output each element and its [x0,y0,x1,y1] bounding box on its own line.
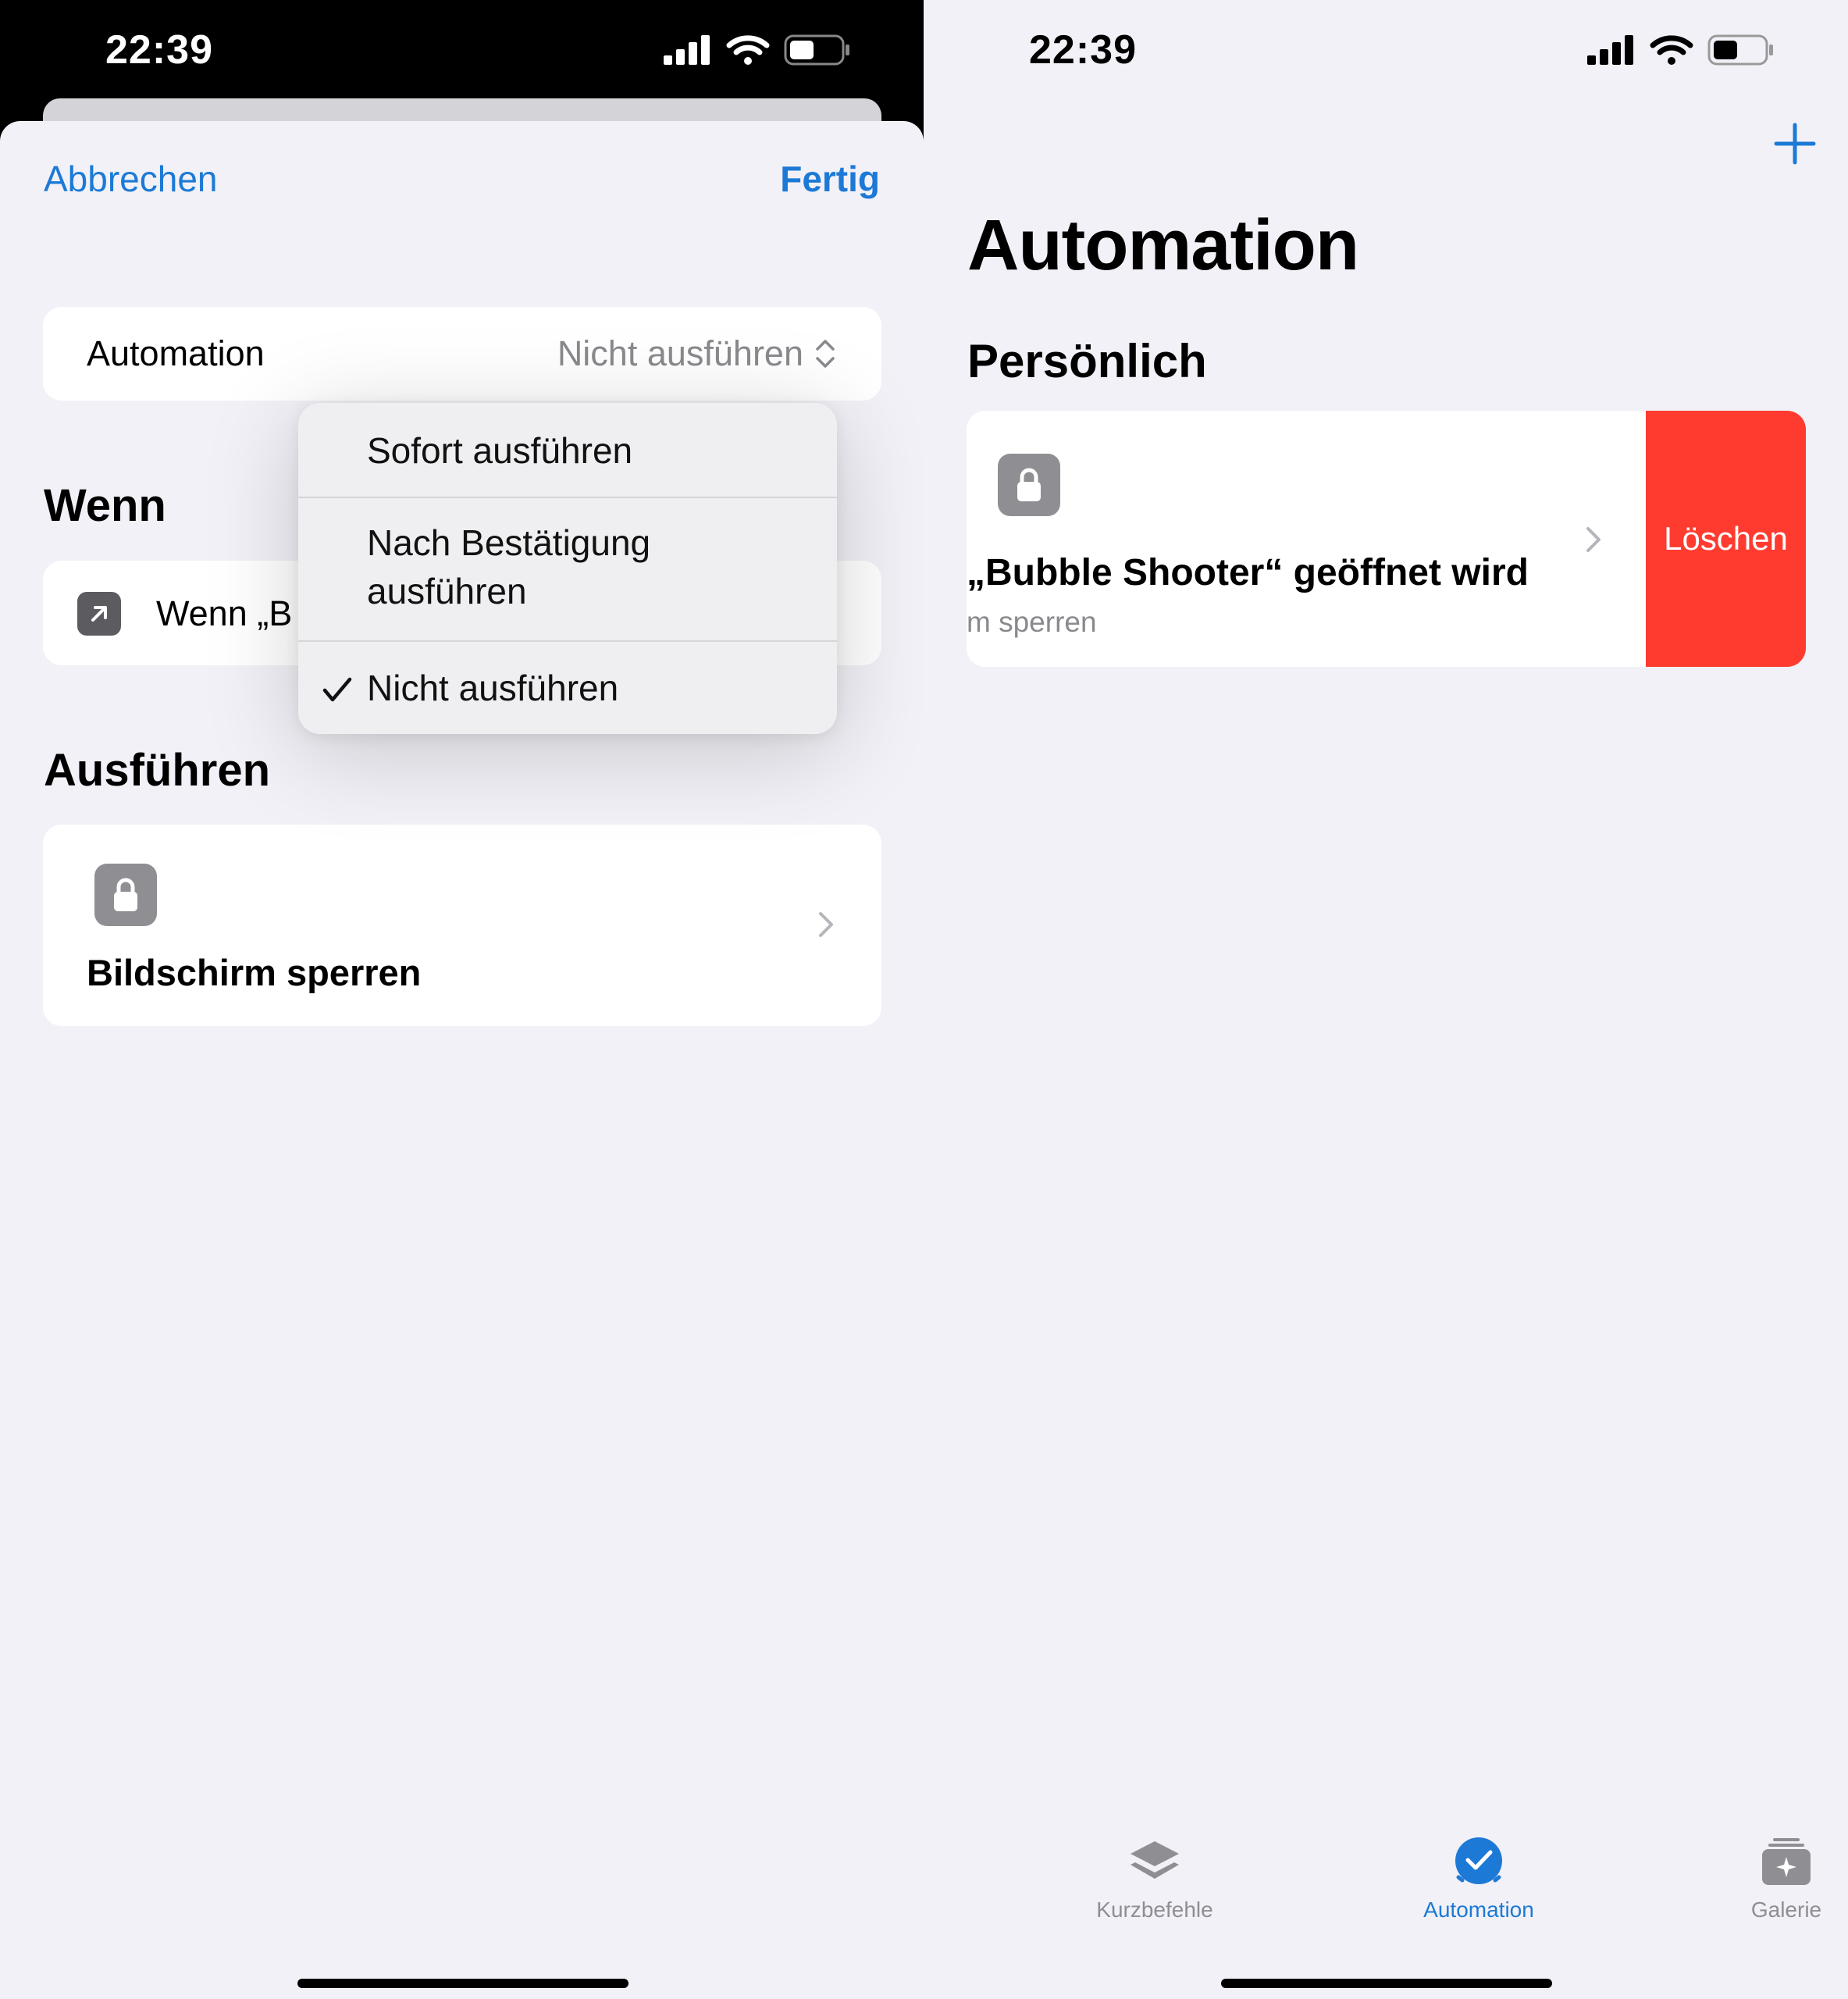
automation-row-value-text: Nicht ausführen [557,333,803,373]
cellular-signal-icon [664,35,710,65]
add-automation-button[interactable] [1773,122,1817,166]
section-title-persoenlich: Persönlich [967,335,1207,387]
automation-list-screen: 22:39 Automation Persönlich „Bubble Shoo… [924,0,1848,1999]
menu-option-label: Nach Bestätigung ausführen [367,522,651,611]
status-icons [1587,34,1775,66]
gallery-icon [1757,1833,1815,1891]
done-button[interactable]: Fertig [780,158,880,200]
battery-icon [1707,34,1773,66]
lock-icon [998,454,1060,516]
cellular-signal-icon [1587,35,1633,65]
trigger-text: Wenn „B [156,593,293,633]
chevron-right-icon [1586,527,1601,552]
page-title: Automation [967,205,1359,285]
wifi-icon [726,35,770,65]
open-app-icon [77,592,121,636]
wifi-icon [1650,35,1693,65]
home-indicator [297,1979,628,1988]
action-label: Bildschirm sperren [87,952,422,993]
tab-label: Galerie [1750,1897,1822,1922]
automation-row-value[interactable]: Nicht ausführen [557,333,836,374]
action-card[interactable]: Bildschirm sperren [43,825,881,1026]
tab-label: Kurzbefehle [1096,1897,1213,1922]
cancel-button[interactable]: Abbrechen [44,158,218,200]
automation-item-title: „Bubble Shooter“ geöffnet wird [967,552,1529,593]
section-title-wenn: Wenn [44,480,166,531]
chevron-up-down-icon [816,340,835,368]
menu-option-label: Nicht ausführen [367,668,619,708]
status-icons [664,34,851,66]
layers-icon [1126,1833,1184,1891]
tab-kurzbefehle[interactable]: Kurzbefehle [1061,1819,1248,1922]
chevron-right-icon [819,912,833,937]
tab-label: Automation [1423,1897,1534,1922]
menu-option-label: Sofort ausführen [367,430,633,471]
status-time: 22:39 [105,27,213,73]
automation-run-setting-row[interactable]: Automation Nicht ausführen [43,307,881,401]
status-time: 22:39 [1029,27,1137,73]
checkmark-circle-icon [1450,1833,1508,1891]
battery-icon [784,34,849,66]
home-indicator [1221,1979,1552,1988]
checkmark-icon [322,677,352,702]
menu-option-nicht[interactable]: Nicht ausführen [298,642,837,734]
section-title-ausfuehren: Ausführen [44,745,270,796]
automation-row-label: Automation [87,333,265,373]
menu-option-nach-bestaetigung[interactable]: Nach Bestätigung ausführen [298,498,837,642]
status-bar: 22:39 [0,0,924,102]
edit-automation-screen: 22:39 Abbrechen Fertig Automation Nicht … [0,0,924,1999]
run-option-menu: Sofort ausführen Nach Bestätigung ausfüh… [298,403,837,734]
menu-option-sofort[interactable]: Sofort ausführen [298,403,837,498]
lock-icon [94,864,157,926]
tab-galerie[interactable]: Galerie [1693,1819,1848,1922]
automation-item-subtitle: m sperren [967,606,1097,638]
tab-automation[interactable]: Automation [1385,1819,1572,1922]
delete-button[interactable]: Löschen [1646,411,1806,667]
tab-bar: Kurzbefehle Automation Galerie [924,1819,1848,1937]
status-bar: 22:39 [924,0,1848,102]
